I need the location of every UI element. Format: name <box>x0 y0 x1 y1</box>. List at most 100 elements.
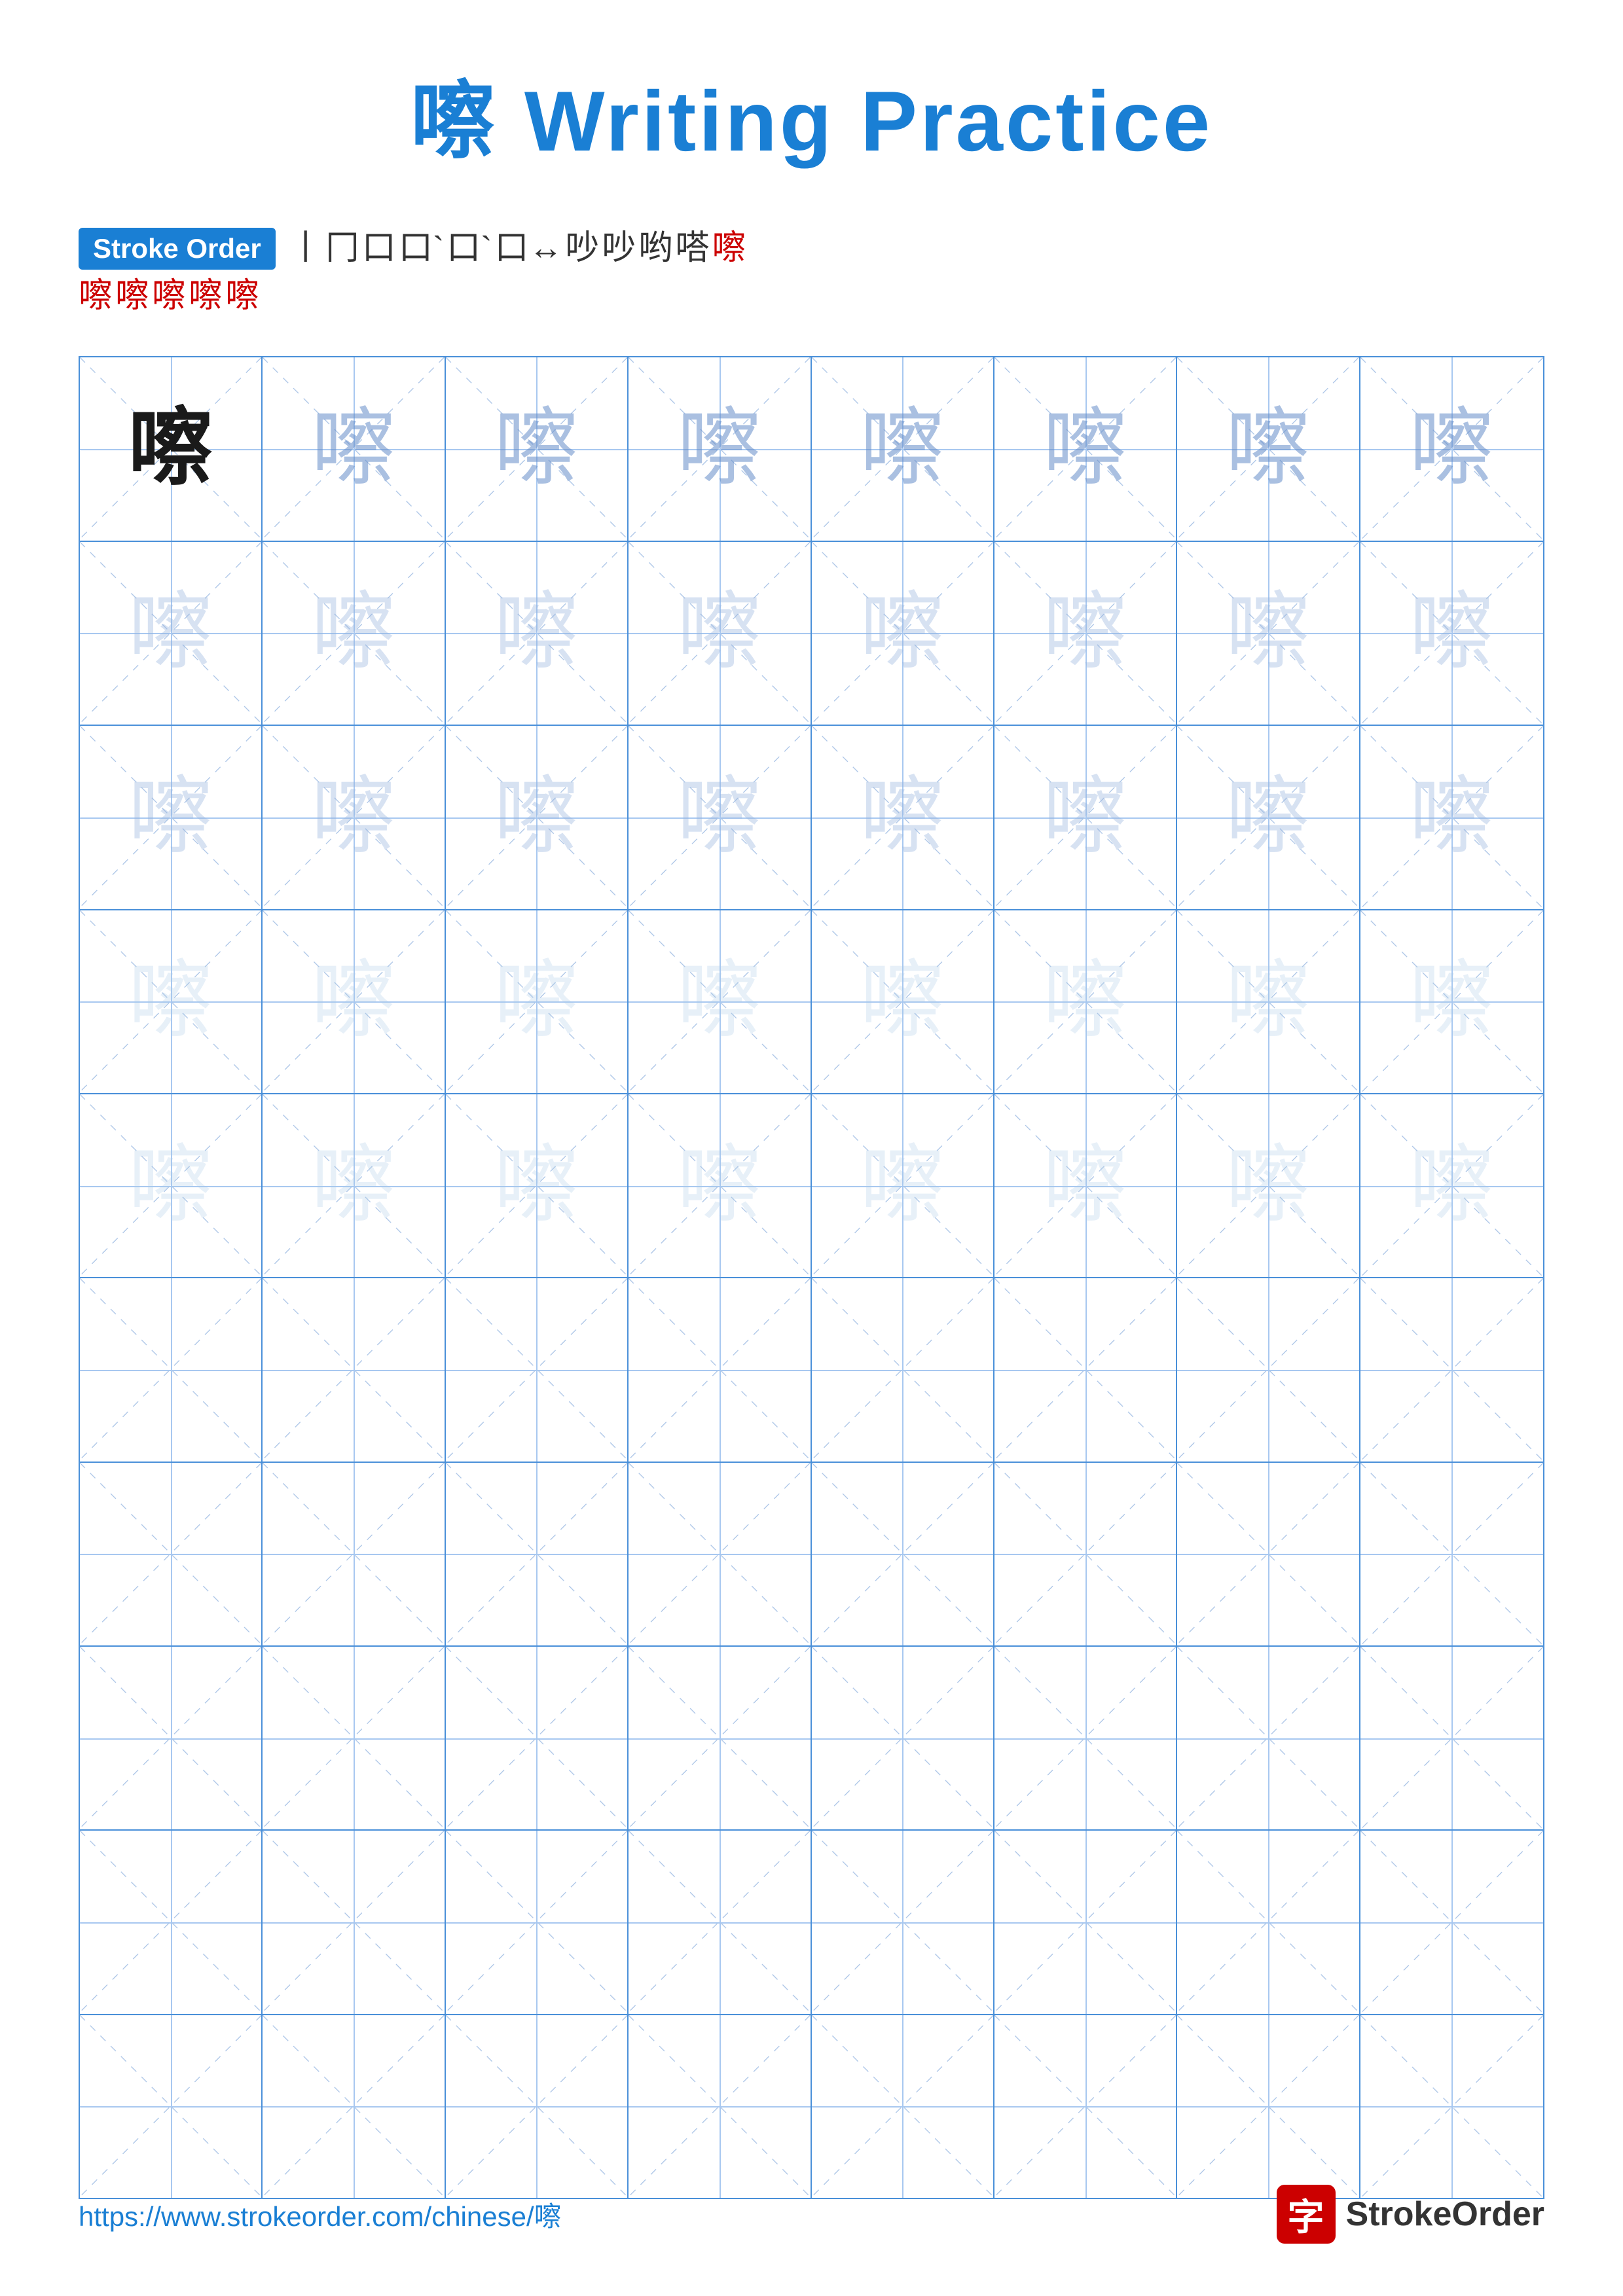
grid-cell-3-6[interactable]: 嚓 <box>994 726 1177 908</box>
cell-char-5-8: 嚓 <box>1409 1143 1494 1229</box>
grid-cell-5-8[interactable]: 嚓 <box>1360 1094 1543 1277</box>
grid-cell-3-7[interactable]: 嚓 <box>1177 726 1360 908</box>
grid-cell-5-4[interactable]: 嚓 <box>629 1094 811 1277</box>
grid-cell-8-6[interactable] <box>994 1647 1177 1829</box>
grid-cell-7-4[interactable] <box>629 1463 811 1645</box>
grid-cell-6-3[interactable] <box>446 1278 629 1461</box>
grid-cell-10-4[interactable] <box>629 2015 811 2198</box>
stroke-char-4: 口` <box>399 228 444 269</box>
grid-cell-9-1[interactable] <box>80 1831 263 2013</box>
grid-cell-8-3[interactable] <box>446 1647 629 1829</box>
brand-icon: 字 <box>1277 2185 1336 2244</box>
grid-cell-3-1[interactable]: 嚓 <box>80 726 263 908</box>
grid-cell-9-3[interactable] <box>446 1831 629 2013</box>
grid-cell-8-4[interactable] <box>629 1647 811 1829</box>
cell-char-3-5: 嚓 <box>860 775 945 860</box>
grid-cell-8-1[interactable] <box>80 1647 263 1829</box>
grid-cell-6-7[interactable] <box>1177 1278 1360 1461</box>
grid-cell-8-8[interactable] <box>1360 1647 1543 1829</box>
grid-cell-5-2[interactable]: 嚓 <box>263 1094 445 1277</box>
grid-cell-8-7[interactable] <box>1177 1647 1360 1829</box>
grid-cell-1-1[interactable]: 嚓 <box>80 357 263 540</box>
cell-char-3-8: 嚓 <box>1409 775 1494 860</box>
grid-cell-2-3[interactable]: 嚓 <box>446 542 629 725</box>
grid-cell-4-4[interactable]: 嚓 <box>629 910 811 1093</box>
grid-cell-4-2[interactable]: 嚓 <box>263 910 445 1093</box>
grid-cell-6-5[interactable] <box>812 1278 994 1461</box>
grid-cell-7-5[interactable] <box>812 1463 994 1645</box>
grid-cell-7-3[interactable] <box>446 1463 629 1645</box>
grid-cell-5-7[interactable]: 嚓 <box>1177 1094 1360 1277</box>
grid-cell-6-2[interactable] <box>263 1278 445 1461</box>
grid-cell-4-5[interactable]: 嚓 <box>812 910 994 1093</box>
grid-cell-1-8[interactable]: 嚓 <box>1360 357 1543 540</box>
page-title: 嚓 Writing Practice <box>79 52 1544 175</box>
grid-cell-1-6[interactable]: 嚓 <box>994 357 1177 540</box>
grid-cell-9-2[interactable] <box>263 1831 445 2013</box>
grid-cell-9-7[interactable] <box>1177 1831 1360 2013</box>
grid-cell-6-6[interactable] <box>994 1278 1177 1461</box>
grid-cell-1-3[interactable]: 嚓 <box>446 357 629 540</box>
grid-cell-3-8[interactable]: 嚓 <box>1360 726 1543 908</box>
grid-cell-7-6[interactable] <box>994 1463 1177 1645</box>
grid-cell-2-4[interactable]: 嚓 <box>629 542 811 725</box>
grid-cell-7-8[interactable] <box>1360 1463 1543 1645</box>
grid-cell-5-6[interactable]: 嚓 <box>994 1094 1177 1277</box>
grid-cell-6-4[interactable] <box>629 1278 811 1461</box>
grid-cell-4-1[interactable]: 嚓 <box>80 910 263 1093</box>
grid-cell-3-5[interactable]: 嚓 <box>812 726 994 908</box>
grid-cell-9-8[interactable] <box>1360 1831 1543 2013</box>
cell-char-1-2: 嚓 <box>311 406 396 492</box>
grid-row-4: 嚓 嚓 嚓 嚓 嚓 嚓 嚓 <box>80 910 1543 1094</box>
grid-cell-9-6[interactable] <box>994 1831 1177 2013</box>
grid-cell-3-4[interactable]: 嚓 <box>629 726 811 908</box>
cell-char-2-8: 嚓 <box>1409 590 1494 675</box>
grid-cell-2-2[interactable]: 嚓 <box>263 542 445 725</box>
grid-cell-4-3[interactable]: 嚓 <box>446 910 629 1093</box>
grid-row-3: 嚓 嚓 嚓 嚓 嚓 嚓 嚓 <box>80 726 1543 910</box>
grid-cell-6-1[interactable] <box>80 1278 263 1461</box>
grid-cell-8-5[interactable] <box>812 1647 994 1829</box>
stroke-char-r4: 嚓 <box>189 276 223 317</box>
cell-char-4-3: 嚓 <box>494 959 579 1044</box>
grid-row-5: 嚓 嚓 嚓 嚓 嚓 嚓 嚓 <box>80 1094 1543 1278</box>
grid-cell-5-5[interactable]: 嚓 <box>812 1094 994 1277</box>
grid-cell-1-4[interactable]: 嚓 <box>629 357 811 540</box>
grid-cell-5-1[interactable]: 嚓 <box>80 1094 263 1277</box>
cell-char-5-7: 嚓 <box>1226 1143 1311 1229</box>
cell-char-5-3: 嚓 <box>494 1143 579 1229</box>
grid-cell-7-1[interactable] <box>80 1463 263 1645</box>
grid-cell-3-3[interactable]: 嚓 <box>446 726 629 908</box>
grid-cell-9-4[interactable] <box>629 1831 811 2013</box>
grid-cell-10-3[interactable] <box>446 2015 629 2198</box>
grid-cell-10-7[interactable] <box>1177 2015 1360 2198</box>
cell-char-4-2: 嚓 <box>311 959 396 1044</box>
grid-cell-10-1[interactable] <box>80 2015 263 2198</box>
grid-cell-9-5[interactable] <box>812 1831 994 2013</box>
grid-cell-2-6[interactable]: 嚓 <box>994 542 1177 725</box>
grid-cell-10-6[interactable] <box>994 2015 1177 2198</box>
cell-char-3-7: 嚓 <box>1226 775 1311 860</box>
grid-cell-2-8[interactable]: 嚓 <box>1360 542 1543 725</box>
grid-cell-10-8[interactable] <box>1360 2015 1543 2198</box>
cell-char-2-5: 嚓 <box>860 590 945 675</box>
grid-cell-7-7[interactable] <box>1177 1463 1360 1645</box>
grid-cell-10-5[interactable] <box>812 2015 994 2198</box>
stroke-char-7: 吵 <box>565 228 599 269</box>
footer-url[interactable]: https://www.strokeorder.com/chinese/嚓 <box>79 2195 562 2234</box>
grid-cell-8-2[interactable] <box>263 1647 445 1829</box>
grid-cell-6-8[interactable] <box>1360 1278 1543 1461</box>
grid-cell-1-5[interactable]: 嚓 <box>812 357 994 540</box>
grid-cell-4-8[interactable]: 嚓 <box>1360 910 1543 1093</box>
grid-cell-3-2[interactable]: 嚓 <box>263 726 445 908</box>
grid-cell-1-2[interactable]: 嚓 <box>263 357 445 540</box>
grid-cell-2-5[interactable]: 嚓 <box>812 542 994 725</box>
grid-cell-10-2[interactable] <box>263 2015 445 2198</box>
grid-cell-7-2[interactable] <box>263 1463 445 1645</box>
grid-cell-5-3[interactable]: 嚓 <box>446 1094 629 1277</box>
grid-cell-2-7[interactable]: 嚓 <box>1177 542 1360 725</box>
grid-cell-4-6[interactable]: 嚓 <box>994 910 1177 1093</box>
grid-cell-2-1[interactable]: 嚓 <box>80 542 263 725</box>
grid-cell-1-7[interactable]: 嚓 <box>1177 357 1360 540</box>
grid-cell-4-7[interactable]: 嚓 <box>1177 910 1360 1093</box>
